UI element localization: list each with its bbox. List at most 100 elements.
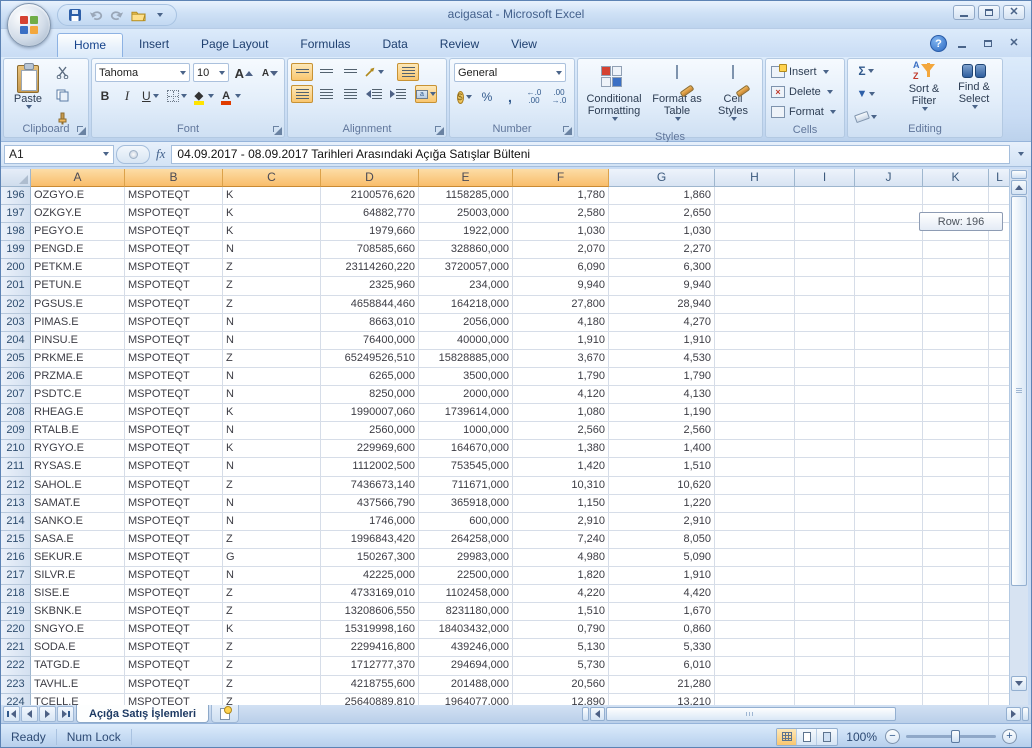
cell-L202[interactable]	[989, 296, 1011, 314]
column-header-L[interactable]: L	[989, 169, 1011, 187]
cell-A217[interactable]: SILVR.E	[31, 567, 125, 585]
tab-split-handle[interactable]	[582, 707, 589, 721]
cell-L220[interactable]	[989, 621, 1011, 639]
cell-D211[interactable]: 1112002,500	[321, 458, 419, 476]
cell-J203[interactable]	[855, 314, 923, 332]
cell-E209[interactable]: 1000,000	[419, 422, 513, 440]
cell-F208[interactable]: 1,080	[513, 404, 609, 422]
cell-E222[interactable]: 294694,000	[419, 657, 513, 675]
cell-K209[interactable]	[923, 422, 989, 440]
cell-H216[interactable]	[715, 549, 795, 567]
cell-H223[interactable]	[715, 676, 795, 694]
cell-E210[interactable]: 164670,000	[419, 440, 513, 458]
column-header-K[interactable]: K	[923, 169, 989, 187]
row-header-203[interactable]: 203	[1, 314, 31, 332]
cell-L208[interactable]	[989, 404, 1011, 422]
cell-D220[interactable]: 15319998,160	[321, 621, 419, 639]
cell-D196[interactable]: 2100576,620	[321, 187, 419, 205]
cell-C220[interactable]: K	[223, 621, 321, 639]
cell-K213[interactable]	[923, 495, 989, 513]
cell-D218[interactable]: 4733169,010	[321, 585, 419, 603]
cell-G206[interactable]: 1,790	[609, 368, 715, 386]
cell-G221[interactable]: 5,330	[609, 639, 715, 657]
cell-E221[interactable]: 439246,000	[419, 639, 513, 657]
cell-L224[interactable]	[989, 694, 1011, 705]
cell-K206[interactable]	[923, 368, 989, 386]
alignment-dialog-launcher[interactable]	[434, 125, 444, 135]
column-header-H[interactable]: H	[715, 169, 795, 187]
row-header-213[interactable]: 213	[1, 495, 31, 513]
cell-E201[interactable]: 234,000	[419, 277, 513, 295]
decrease-indent-button[interactable]	[363, 85, 385, 103]
bold-button[interactable]: B	[95, 86, 115, 106]
cell-A219[interactable]: SKBNK.E	[31, 603, 125, 621]
cell-G217[interactable]: 1,910	[609, 567, 715, 585]
cell-L200[interactable]	[989, 259, 1011, 277]
cell-L218[interactable]	[989, 585, 1011, 603]
cell-J224[interactable]	[855, 694, 923, 705]
vertical-scrollbar[interactable]	[1009, 169, 1028, 705]
cell-K216[interactable]	[923, 549, 989, 567]
fill-button[interactable]: ▼	[852, 84, 880, 104]
cell-B219[interactable]: MSPOTEQT	[125, 603, 223, 621]
column-header-B[interactable]: B	[125, 169, 223, 187]
clipboard-dialog-launcher[interactable]	[76, 125, 86, 135]
cell-I204[interactable]	[795, 332, 855, 350]
align-left-button[interactable]	[291, 85, 313, 103]
grow-font-button[interactable]: A	[232, 63, 256, 83]
cell-K196[interactable]	[923, 187, 989, 205]
cell-C207[interactable]: N	[223, 386, 321, 404]
cell-A196[interactable]: OZGYO.E	[31, 187, 125, 205]
cell-G204[interactable]: 1,910	[609, 332, 715, 350]
cell-I222[interactable]	[795, 657, 855, 675]
cell-B213[interactable]: MSPOTEQT	[125, 495, 223, 513]
cell-F215[interactable]: 7,240	[513, 531, 609, 549]
office-button[interactable]	[7, 3, 51, 47]
cell-G197[interactable]: 2,650	[609, 205, 715, 223]
cell-H209[interactable]	[715, 422, 795, 440]
cell-K220[interactable]	[923, 621, 989, 639]
cell-C213[interactable]: N	[223, 495, 321, 513]
row-header-205[interactable]: 205	[1, 350, 31, 368]
next-sheet-button[interactable]	[39, 706, 56, 722]
cell-L216[interactable]	[989, 549, 1011, 567]
cell-B209[interactable]: MSPOTEQT	[125, 422, 223, 440]
cell-J213[interactable]	[855, 495, 923, 513]
cell-B208[interactable]: MSPOTEQT	[125, 404, 223, 422]
cell-B214[interactable]: MSPOTEQT	[125, 513, 223, 531]
cell-H204[interactable]	[715, 332, 795, 350]
cell-I215[interactable]	[795, 531, 855, 549]
cell-D207[interactable]: 8250,000	[321, 386, 419, 404]
cell-E206[interactable]: 3500,000	[419, 368, 513, 386]
format-as-table-button[interactable]: Format as Table	[649, 61, 705, 129]
cell-A224[interactable]: TCELL.E	[31, 694, 125, 705]
cell-K207[interactable]	[923, 386, 989, 404]
cell-I199[interactable]	[795, 241, 855, 259]
cell-J212[interactable]	[855, 477, 923, 495]
border-button[interactable]	[164, 86, 190, 106]
cell-K200[interactable]	[923, 259, 989, 277]
row-header-218[interactable]: 218	[1, 585, 31, 603]
align-top-button[interactable]	[291, 63, 313, 81]
cell-A222[interactable]: TATGD.E	[31, 657, 125, 675]
insert-worksheet-button[interactable]	[211, 705, 239, 723]
cell-A207[interactable]: PSDTC.E	[31, 386, 125, 404]
cell-L209[interactable]	[989, 422, 1011, 440]
cell-D198[interactable]: 1979,660	[321, 223, 419, 241]
cell-B205[interactable]: MSPOTEQT	[125, 350, 223, 368]
cell-B199[interactable]: MSPOTEQT	[125, 241, 223, 259]
horizontal-scroll-thumb[interactable]	[606, 707, 896, 721]
scroll-up-button[interactable]	[1011, 180, 1027, 195]
cell-D204[interactable]: 76400,000	[321, 332, 419, 350]
workbook-close-button[interactable]: ✕	[1003, 36, 1025, 51]
cell-I203[interactable]	[795, 314, 855, 332]
cell-B200[interactable]: MSPOTEQT	[125, 259, 223, 277]
align-right-button[interactable]	[339, 85, 361, 103]
cell-H211[interactable]	[715, 458, 795, 476]
cell-D205[interactable]: 65249526,510	[321, 350, 419, 368]
italic-button[interactable]: I	[117, 86, 137, 106]
cell-D224[interactable]: 25640889,810	[321, 694, 419, 705]
cell-L207[interactable]	[989, 386, 1011, 404]
cell-G216[interactable]: 5,090	[609, 549, 715, 567]
row-header-220[interactable]: 220	[1, 621, 31, 639]
